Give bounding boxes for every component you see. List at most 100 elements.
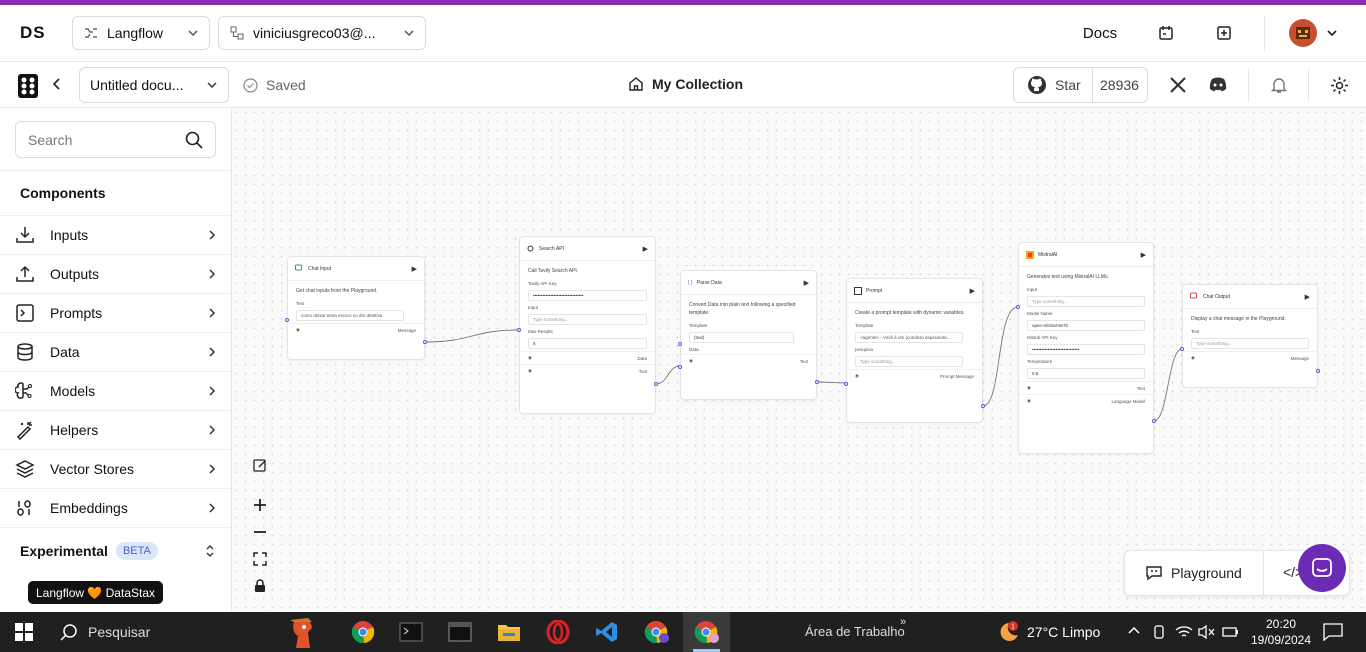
input-handle[interactable] — [678, 342, 682, 346]
search-api-node[interactable]: Search API ▶ Call Tavily Search API. Tavi… — [519, 236, 656, 414]
windows-start-icon[interactable] — [11, 620, 37, 644]
input-handle[interactable] — [1180, 347, 1184, 351]
fit-view-button[interactable] — [248, 547, 272, 571]
category-vector-stores[interactable]: Vector Stores — [0, 449, 231, 488]
settings-gear-icon[interactable] — [1330, 76, 1349, 95]
input-handle[interactable] — [844, 382, 848, 386]
input-handle[interactable] — [285, 318, 289, 322]
taskbar-clock[interactable]: 20:20 19/09/2024 — [1248, 616, 1314, 648]
notifications-icon[interactable] — [1323, 623, 1343, 641]
category-inputs[interactable]: Inputs — [0, 215, 231, 254]
run-node-icon[interactable]: ▶ — [1305, 293, 1310, 301]
chrome-icon[interactable] — [350, 620, 376, 644]
langflow-datastax-badge[interactable]: Langflow 🧡 DataStax — [28, 581, 164, 604]
chat-input-node[interactable]: Chat Input ▶ Get chat inputs from the Pla… — [287, 256, 425, 360]
weather-label[interactable]: 27°C Limpo — [1027, 624, 1100, 640]
vscode-icon[interactable] — [594, 620, 620, 644]
org-selector[interactable]: Langflow — [72, 16, 210, 50]
opera-icon[interactable] — [545, 620, 571, 644]
zoom-out-button[interactable] — [248, 520, 272, 544]
template-field[interactable]: {text} — [689, 332, 794, 343]
x-twitter-icon[interactable] — [1169, 76, 1187, 94]
device-icon[interactable] — [1152, 624, 1166, 640]
zoom-in-button[interactable] — [248, 493, 272, 517]
output-handle[interactable] — [654, 382, 658, 386]
desktop-label[interactable]: Área de Trabalho — [805, 624, 905, 639]
category-models[interactable]: Models — [0, 371, 231, 410]
eye-icon[interactable]: ◉ — [689, 358, 693, 364]
eye-icon[interactable]: ◉ — [1027, 385, 1031, 391]
template-field[interactable]: <agente> - Você é um {condicto especient… — [855, 332, 963, 343]
eye-icon[interactable]: ◉ — [1191, 355, 1195, 361]
output-handle[interactable] — [1152, 419, 1156, 423]
eye-icon[interactable]: ◉ — [528, 355, 532, 361]
run-node-icon[interactable]: ▶ — [804, 279, 809, 287]
input-field[interactable]: Type something... — [1027, 296, 1145, 307]
category-embeddings[interactable]: Embeddings — [0, 488, 231, 527]
add-square-icon[interactable] — [1212, 16, 1236, 50]
chat-output-node[interactable]: Chat Output ▶ Display a chat message in t… — [1182, 284, 1318, 388]
file-explorer-icon[interactable] — [496, 620, 522, 644]
api-key-field[interactable]: •••••••••••••••••••••••••••••• — [1027, 344, 1145, 355]
datastax-logo[interactable]: DS — [20, 23, 46, 43]
category-prompts[interactable]: Prompts — [0, 293, 231, 332]
collection-breadcrumb[interactable]: My Collection — [628, 76, 743, 92]
user-avatar[interactable] — [1288, 16, 1318, 50]
intercom-chat-button[interactable] — [1298, 544, 1346, 592]
battery-plug-icon[interactable] — [1222, 624, 1240, 640]
chrome-profile-icon[interactable] — [644, 620, 670, 644]
component-search-input[interactable]: Search — [15, 121, 216, 158]
run-node-icon[interactable]: ▶ — [970, 287, 975, 295]
variable-field[interactable]: Type something... — [855, 356, 963, 367]
edit-note-icon[interactable] — [248, 453, 272, 477]
eye-icon[interactable]: ◉ — [855, 373, 859, 379]
document-name-selector[interactable]: Untitled docu... — [79, 67, 229, 103]
mistralai-node[interactable]: MistralAI ▶ Generates text using MistralA… — [1018, 242, 1154, 454]
input-handle[interactable] — [678, 365, 682, 369]
flow-canvas[interactable]: Chat Input ▶ Get chat inputs from the Pla… — [232, 108, 1366, 612]
project-selector[interactable]: viniciusgreco03@... — [218, 16, 426, 50]
input-handle[interactable] — [1016, 305, 1020, 309]
eye-icon[interactable]: ◉ — [1027, 398, 1031, 404]
category-data[interactable]: Data — [0, 332, 231, 371]
output-handle[interactable] — [981, 404, 985, 408]
eye-icon[interactable]: ◉ — [528, 368, 532, 374]
text-field[interactable]: como deixar tema escuro no dm detetiva — [296, 310, 404, 321]
terminal-app-icon[interactable] — [398, 620, 424, 644]
github-star-button[interactable]: Star 28936 — [1013, 67, 1148, 103]
category-helpers[interactable]: Helpers — [0, 410, 231, 449]
volume-muted-icon[interactable] — [1197, 624, 1215, 640]
output-handle[interactable] — [815, 380, 819, 384]
category-outputs[interactable]: Outputs — [0, 254, 231, 293]
model-select[interactable]: open-mistral-8x7b — [1027, 320, 1145, 331]
api-key-field[interactable]: •••••••••••••••••••••••••••••••• — [528, 290, 647, 301]
lock-icon[interactable] — [248, 574, 272, 598]
input-field[interactable]: Type something... — [528, 314, 647, 325]
text-field[interactable]: Type something... — [1191, 338, 1309, 349]
account-chevron-icon[interactable] — [1324, 16, 1340, 50]
experimental-section-toggle[interactable]: Experimental BETA — [0, 527, 231, 573]
chevron-up-icon[interactable] — [1127, 624, 1141, 638]
max-results-field[interactable]: 5 — [528, 338, 647, 349]
weather-moon-icon[interactable]: 1 — [995, 620, 1021, 644]
run-node-icon[interactable]: ▶ — [1141, 251, 1146, 259]
output-handle[interactable] — [423, 340, 427, 344]
eye-icon[interactable]: ◉ — [296, 327, 300, 333]
parse-data-node[interactable]: { } Parse Data ▶ Convert Data into plain t… — [680, 270, 817, 400]
calendar-icon[interactable] — [1154, 16, 1178, 50]
prompt-node[interactable]: Prompt ▶ Create a prompt template with dy… — [846, 278, 983, 423]
bell-icon[interactable] — [1270, 76, 1288, 94]
taskbar-active-app[interactable] — [683, 612, 730, 652]
output-handle[interactable] — [1316, 369, 1320, 373]
discord-icon[interactable] — [1208, 76, 1228, 94]
temperature-field[interactable]: 0.5 — [1027, 368, 1145, 379]
back-chevron-icon[interactable] — [50, 77, 64, 91]
wifi-icon[interactable] — [1175, 624, 1193, 640]
input-handle[interactable] — [517, 328, 521, 332]
langflow-logo-icon[interactable] — [17, 73, 39, 99]
run-node-icon[interactable]: ▶ — [412, 265, 417, 273]
run-node-icon[interactable]: ▶ — [643, 245, 648, 253]
docs-link[interactable]: Docs — [1078, 16, 1122, 50]
playground-button[interactable]: Playground — [1145, 564, 1242, 582]
command-prompt-icon[interactable] — [447, 620, 473, 644]
